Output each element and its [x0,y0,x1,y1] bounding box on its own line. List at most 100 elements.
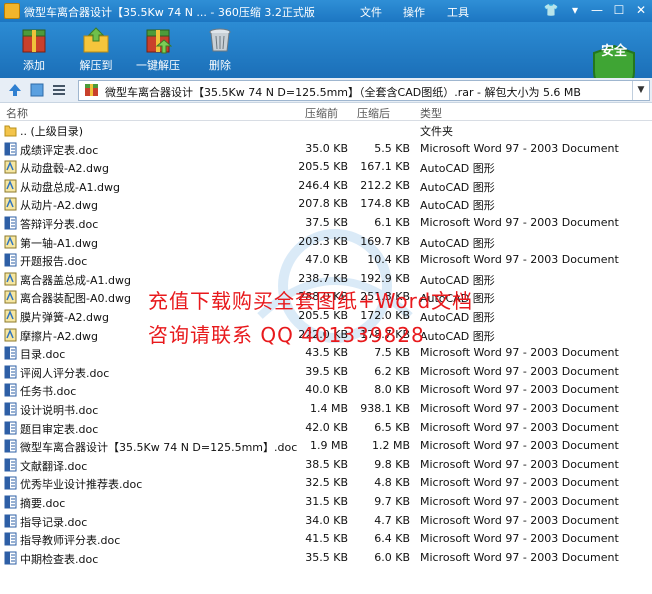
column-size[interactable]: 压缩前 [305,105,338,121]
file-compressed-size: 5.5 KB [374,141,410,155]
toolbar: 添加 解压到 一键解压 删除 安全 [0,22,652,98]
menu-tools[interactable]: 工具 [447,4,469,20]
file-row[interactable]: 从动片-A2.dwg 207.8 KB 174.8 KB AutoCAD 图形 [0,195,652,214]
file-name: 微型车离合器设计【35.5Kw 74 N D=125.5mm】.doc [20,441,298,455]
autocad-file-icon [4,309,17,323]
extract-to-button[interactable]: 解压到 [66,24,126,76]
file-name: 答辩评分表.doc [20,218,99,231]
file-type: AutoCAD 图形 [420,236,495,250]
file-size: 205.5 KB [298,160,348,174]
file-row[interactable]: 中期检查表.doc 35.5 KB 6.0 KB Microsoft Word 97 … [0,549,652,568]
file-row[interactable]: 任务书.doc 40.0 KB 8.0 KB Microsoft Word 97 - … [0,381,652,400]
file-row[interactable]: 优秀毕业设计推荐表.doc 32.5 KB 4.8 KB Microsoft Word… [0,474,652,493]
file-size: 35.0 KB [305,141,348,155]
file-name: 摩擦片-A2.dwg [20,329,98,343]
file-compressed-size: 938.1 KB [360,402,410,415]
file-row[interactable]: 从动盘毂-A2.dwg 205.5 KB 167.1 KB AutoCAD 图形 [0,158,652,177]
menu-file[interactable]: 文件 [360,4,382,20]
file-row[interactable]: 第一轴-A1.dwg 203.3 KB 169.7 KB AutoCAD 图形 [0,233,652,252]
file-row[interactable]: 从动盘总成-A1.dwg 246.4 KB 212.2 KB AutoCAD 图形 [0,177,652,196]
file-name: 离合器装配图-A0.dwg [20,292,131,306]
list-view-icon[interactable] [52,83,66,97]
security-label: 安全 [600,44,627,59]
add-button[interactable]: 添加 [4,24,64,76]
watermark-line-1: 充值下载购买全套图纸+Word文档 [148,289,474,313]
file-name: 摘要.doc [20,497,66,510]
delete-icon [209,28,231,52]
file-name: 目录.doc [20,348,66,362]
file-compressed-size: 6.4 KB [374,532,410,546]
file-row[interactable]: 开题报告.doc 47.0 KB 10.4 KB Microsoft Word 97 … [0,251,652,270]
word-document-icon [4,383,17,397]
up-arrow-icon[interactable] [8,83,22,97]
word-document-icon [4,551,17,565]
file-name: 设计说明书.doc [20,404,99,417]
file-row[interactable]: .. (上级目录) 文件夹 [0,121,652,140]
autocad-file-icon [4,272,17,286]
word-document-icon [4,402,17,416]
column-compressed-size[interactable]: 压缩后 [357,105,390,121]
word-document-icon [4,439,17,453]
close-icon[interactable]: ✕ [630,1,652,19]
file-row[interactable]: 文献翻译.doc 38.5 KB 9.8 KB Microsoft Word 97 -… [0,456,652,475]
autocad-file-icon [4,179,17,193]
word-document-icon [4,142,17,156]
menu-operate[interactable]: 操作 [403,4,425,20]
file-compressed-size: 174.8 KB [360,197,410,211]
minimize-icon[interactable]: — [586,1,608,19]
file-type: Microsoft Word 97 - 2003 Document [420,383,619,397]
address-path: 微型车离合器设计【35.5Kw 74 N D=125.5mm】（全套含CAD图纸… [105,86,581,99]
autocad-file-icon [4,290,17,304]
file-size: 34.0 KB [305,513,348,527]
delete-label: 删除 [209,59,231,72]
file-name: 文献翻译.doc [20,459,88,473]
address-field[interactable]: 微型车离合器设计【35.5Kw 74 N D=125.5mm】（全套含CAD图纸… [78,80,650,101]
file-row[interactable]: 摘要.doc 31.5 KB 9.7 KB Microsoft Word 97 - 2… [0,493,652,512]
delete-button[interactable]: 删除 [190,24,250,76]
file-row[interactable]: 微型车离合器设计【35.5Kw 74 N D=125.5mm】.doc 1.9 M… [0,437,652,456]
word-document-icon [4,458,17,472]
word-document-icon [4,495,17,509]
one-click-extract-label: 一键解压 [136,59,180,72]
file-compressed-size: 192.9 KB [360,271,410,285]
file-name: 开题报告.doc [20,255,88,269]
file-row[interactable]: 成绩评定表.doc 35.0 KB 5.5 KB Microsoft Word 97 … [0,140,652,159]
file-type: Microsoft Word 97 - 2003 Document [420,439,619,453]
file-compressed-size: 212.2 KB [360,178,410,192]
rar-archive-icon [85,84,98,96]
skin-icon[interactable]: 👕 [540,1,562,19]
file-size: 207.8 KB [298,197,348,211]
column-type[interactable]: 类型 [420,105,442,121]
file-compressed-size: 7.5 KB [374,346,410,360]
file-row[interactable]: 评阅人评分表.doc 39.5 KB 6.2 KB Microsoft Word 97… [0,363,652,382]
file-row[interactable]: 指导记录.doc 34.0 KB 4.7 KB Microsoft Word 97 -… [0,512,652,531]
menu-dropdown-icon[interactable]: ▾ [564,1,586,19]
address-dropdown-icon[interactable]: ▼ [632,81,649,100]
file-size: 1.9 MB [309,439,348,453]
thumbnail-view-icon[interactable] [30,83,44,97]
folder-icon [4,125,17,137]
file-row[interactable]: 题目审定表.doc 42.0 KB 6.5 KB Microsoft Word 97 … [0,419,652,438]
file-compressed-size: 9.7 KB [374,495,410,508]
autocad-file-icon [4,235,17,249]
file-row[interactable]: 指导教师评分表.doc 41.5 KB 6.4 KB Microsoft Word 9… [0,530,652,549]
file-name: 从动盘总成-A1.dwg [20,180,120,194]
file-row[interactable]: 设计说明书.doc 1.4 MB 938.1 KB Microsoft Word 97… [0,400,652,419]
file-size: 40.0 KB [305,383,348,397]
file-size: 41.5 KB [305,532,348,546]
file-compressed-size: 169.7 KB [360,234,410,248]
file-type: Microsoft Word 97 - 2003 Document [420,532,619,546]
file-name: .. (上级目录) [20,125,84,138]
column-name[interactable]: 名称 [6,105,28,121]
file-row[interactable]: 答辩评分表.doc 37.5 KB 6.1 KB Microsoft Word 97 … [0,214,652,233]
file-size: 203.3 KB [298,234,348,248]
autocad-file-icon [4,160,17,174]
file-compressed-size: 8.0 KB [374,383,410,397]
file-compressed-size: 167.1 KB [360,160,410,174]
one-click-extract-button[interactable]: 一键解压 [128,24,188,76]
maximize-icon[interactable]: ☐ [608,1,630,19]
file-size: 1.4 MB [309,402,348,415]
file-size: 43.5 KB [305,346,348,360]
file-type: Microsoft Word 97 - 2003 Document [420,513,619,527]
file-size: 37.5 KB [305,216,348,229]
